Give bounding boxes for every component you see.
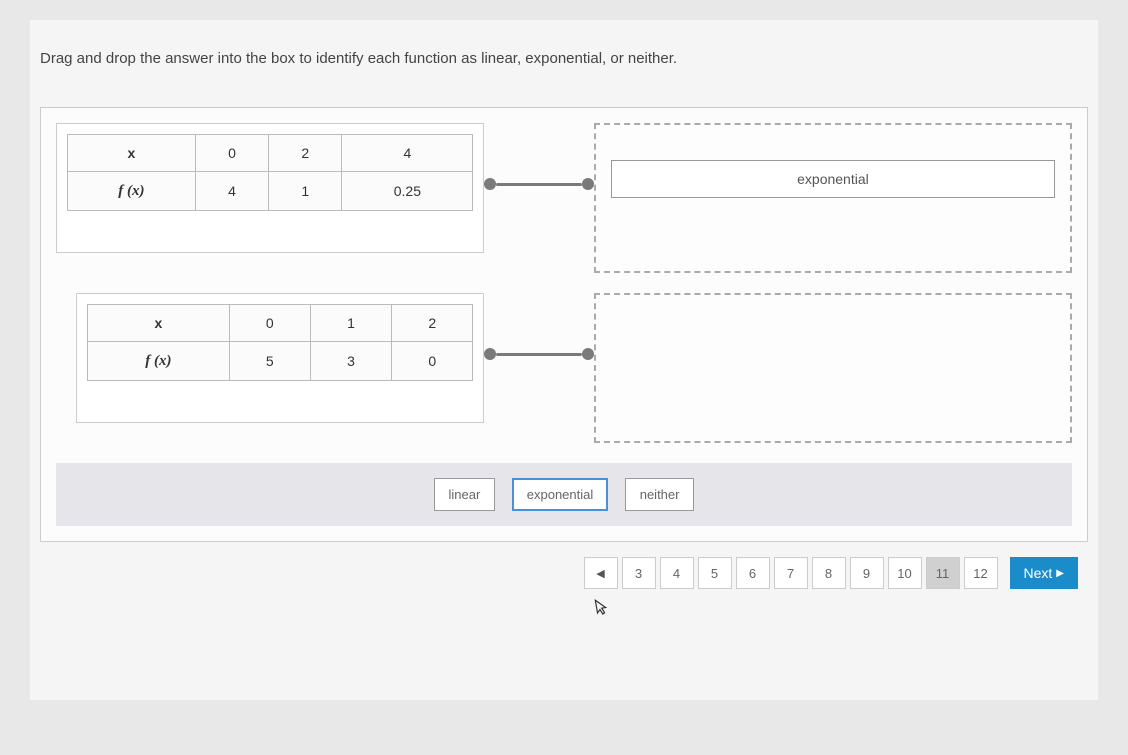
page-button-6[interactable]: 6 bbox=[736, 557, 770, 589]
connector-1 bbox=[484, 178, 594, 190]
connector-dot-icon bbox=[484, 348, 496, 360]
instruction-text: Drag and drop the answer into the box to… bbox=[40, 50, 1088, 67]
drop-zone-1[interactable]: exponential bbox=[594, 123, 1072, 273]
match-row-2: x 0 1 2 f (x) 5 3 0 bbox=[56, 293, 1072, 443]
cursor-icon bbox=[594, 597, 612, 622]
chevron-right-icon: ▶ bbox=[1056, 568, 1064, 579]
choice-linear[interactable]: linear bbox=[434, 478, 496, 511]
page-button-9[interactable]: 9 bbox=[850, 557, 884, 589]
next-button[interactable]: Next ▶ bbox=[1010, 557, 1079, 589]
data-table-2: x 0 1 2 f (x) 5 3 0 bbox=[87, 304, 473, 381]
page-button-11[interactable]: 11 bbox=[926, 557, 960, 589]
x-value: 0 bbox=[229, 305, 310, 342]
choice-exponential[interactable]: exponential bbox=[512, 478, 609, 511]
dropped-answer-1[interactable]: exponential bbox=[611, 160, 1055, 198]
fx-value: 1 bbox=[269, 172, 342, 211]
page-button-10[interactable]: 10 bbox=[888, 557, 922, 589]
table-row: f (x) 4 1 0.25 bbox=[68, 172, 473, 211]
table-row: f (x) 5 3 0 bbox=[88, 342, 473, 381]
page-button-3[interactable]: 3 bbox=[622, 557, 656, 589]
fx-label: f (x) bbox=[118, 183, 144, 199]
page-button-5[interactable]: 5 bbox=[698, 557, 732, 589]
prev-page-button[interactable]: ◀ bbox=[584, 557, 618, 589]
answer-bank: linear exponential neither bbox=[56, 463, 1072, 526]
x-label: x bbox=[88, 305, 230, 342]
connector-2 bbox=[484, 348, 594, 360]
fx-value: 4 bbox=[195, 172, 268, 211]
pagination-bar: ◀ 3 4 5 6 7 8 9 10 11 12 Next ▶ bbox=[40, 542, 1088, 594]
function-table-1: x 0 2 4 f (x) 4 1 0.25 bbox=[56, 123, 484, 253]
chevron-left-icon: ◀ bbox=[596, 567, 604, 580]
connector-dot-icon bbox=[484, 178, 496, 190]
x-value: 4 bbox=[342, 135, 473, 172]
x-value: 2 bbox=[269, 135, 342, 172]
fx-value: 5 bbox=[229, 342, 310, 381]
match-row-1: x 0 2 4 f (x) 4 1 0.25 bbox=[56, 123, 1072, 273]
next-label: Next bbox=[1024, 565, 1053, 581]
x-value: 1 bbox=[310, 305, 391, 342]
page-button-7[interactable]: 7 bbox=[774, 557, 808, 589]
table-row: x 0 1 2 bbox=[88, 305, 473, 342]
x-label: x bbox=[68, 135, 196, 172]
function-table-2: x 0 1 2 f (x) 5 3 0 bbox=[76, 293, 484, 423]
table-row: x 0 2 4 bbox=[68, 135, 473, 172]
page-button-12[interactable]: 12 bbox=[964, 557, 998, 589]
connector-line-icon bbox=[496, 183, 582, 186]
work-area: x 0 2 4 f (x) 4 1 0.25 bbox=[40, 107, 1088, 542]
data-table-1: x 0 2 4 f (x) 4 1 0.25 bbox=[67, 134, 473, 211]
page-button-4[interactable]: 4 bbox=[660, 557, 694, 589]
connector-dot-icon bbox=[582, 348, 594, 360]
drop-zone-2[interactable] bbox=[594, 293, 1072, 443]
connector-line-icon bbox=[496, 353, 582, 356]
page-button-8[interactable]: 8 bbox=[812, 557, 846, 589]
fx-value: 0.25 bbox=[342, 172, 473, 211]
fx-label: f (x) bbox=[145, 353, 171, 369]
fx-value: 0 bbox=[392, 342, 473, 381]
question-page: Drag and drop the answer into the box to… bbox=[30, 20, 1098, 700]
x-value: 0 bbox=[195, 135, 268, 172]
connector-dot-icon bbox=[582, 178, 594, 190]
choice-neither[interactable]: neither bbox=[625, 478, 695, 511]
fx-value: 3 bbox=[310, 342, 391, 381]
x-value: 2 bbox=[392, 305, 473, 342]
